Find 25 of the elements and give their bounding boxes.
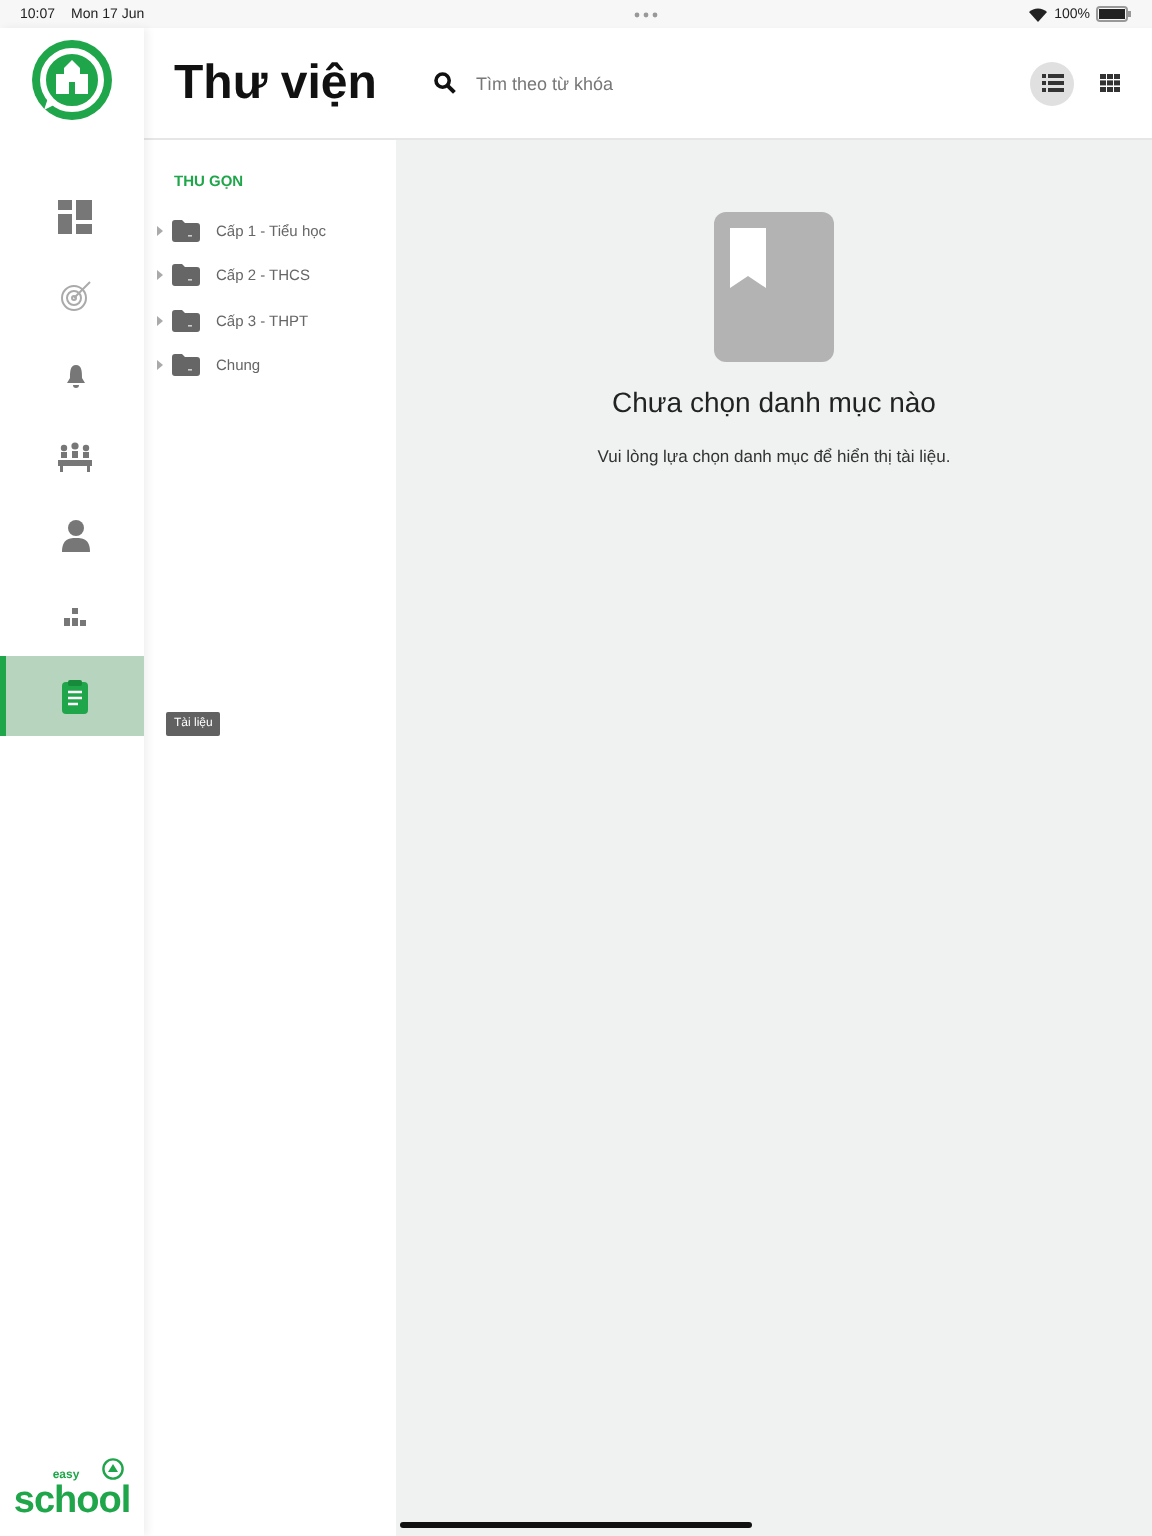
- more-icon: [634, 11, 659, 17]
- list-icon: [1041, 74, 1063, 92]
- school-logo-icon[interactable]: [30, 38, 114, 122]
- page-title: Thư viện: [174, 55, 379, 111]
- classroom-icon: [58, 441, 92, 471]
- target-icon: [59, 280, 91, 312]
- person-icon: [61, 520, 89, 552]
- battery-icon: [1096, 6, 1132, 22]
- brand-name: school: [13, 1482, 131, 1520]
- grid-icon: [1100, 74, 1120, 92]
- empty-state-message: Vui lòng lựa chọn danh mục để hiển thị tài liệu.: [597, 446, 951, 466]
- folder-icon: [172, 309, 200, 332]
- search-icon: [434, 72, 456, 94]
- wifi-icon: [1028, 6, 1049, 22]
- folder-icon: [172, 219, 200, 242]
- empty-state-title: Chưa chọn danh mục nào: [612, 386, 936, 418]
- dashboard-icon: [58, 199, 92, 233]
- folder-icon: [172, 354, 200, 377]
- bookmark-book-icon: [714, 212, 834, 362]
- hierarchy-icon: [64, 607, 86, 625]
- search-field[interactable]: Tìm theo từ khóa: [472, 71, 880, 95]
- document-icon: [62, 679, 88, 713]
- list-view-button[interactable]: [1030, 61, 1074, 105]
- folder-icon: [172, 264, 200, 287]
- bell-icon: [65, 364, 85, 388]
